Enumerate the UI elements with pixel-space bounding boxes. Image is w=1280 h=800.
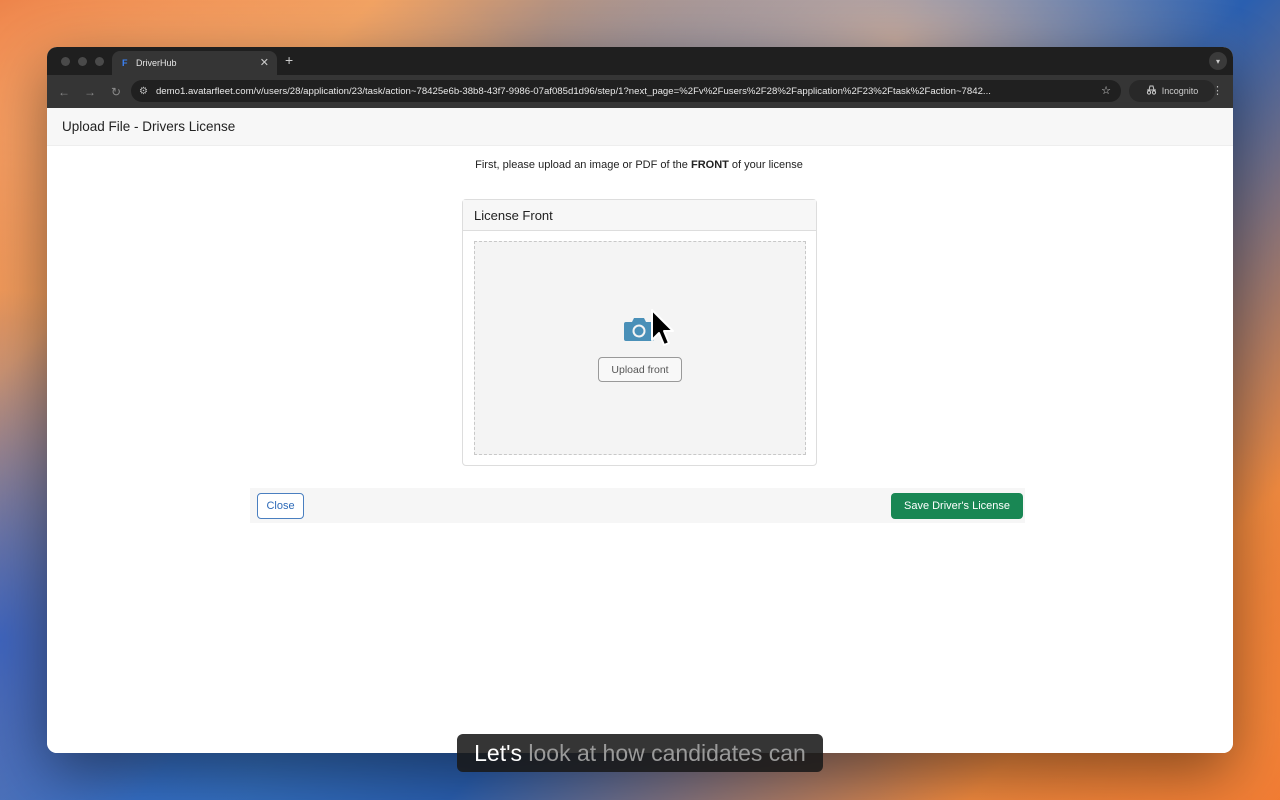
upload-dropzone[interactable]: Upload front (474, 241, 806, 455)
bookmark-star-icon[interactable]: ☆ (1101, 84, 1111, 97)
browser-window: F DriverHub ✕ + ▾ ← → ↻ ⚙ demo1.avatarfl… (47, 47, 1233, 753)
incognito-label: Incognito (1161, 86, 1199, 96)
save-drivers-license-button[interactable]: Save Driver's License (891, 493, 1023, 519)
address-bar[interactable]: ⚙ demo1.avatarfleet.com/v/users/28/appli… (131, 80, 1121, 102)
page-title: Upload File - Drivers License (47, 108, 1233, 146)
url-text: demo1.avatarfleet.com/v/users/28/applica… (155, 85, 991, 97)
new-tab-icon[interactable]: + (285, 52, 293, 68)
web-page: Upload File - Drivers License First, ple… (47, 108, 1233, 753)
window-controls (61, 57, 104, 66)
caption-rest: look at how candidates can (522, 739, 806, 766)
site-info-icon[interactable]: ⚙ (139, 86, 148, 97)
form-actions-bar: Close Save Driver's License (250, 488, 1025, 523)
tab-strip: F DriverHub ✕ + ▾ (47, 47, 1233, 75)
site-favicon-icon: F (122, 58, 128, 68)
tab-close-icon[interactable]: ✕ (260, 56, 269, 69)
incognito-indicator[interactable]: Incognito (1129, 80, 1215, 102)
upload-front-button[interactable]: Upload front (598, 357, 682, 382)
instruction-emphasis: FRONT (690, 159, 729, 171)
license-front-card: License Front Upload front (462, 199, 817, 466)
caption-highlight: Let's (474, 739, 522, 766)
card-title: License Front (463, 200, 816, 231)
minimize-window-button[interactable] (78, 57, 87, 66)
browser-menu-icon[interactable]: ⋮ (1212, 84, 1223, 97)
instruction-text-prefix: First, please upload an image or PDF of … (475, 159, 691, 171)
reload-icon[interactable]: ↻ (103, 85, 129, 99)
tab-search-icon[interactable]: ▾ (1209, 52, 1227, 70)
incognito-icon (1146, 85, 1157, 97)
mouse-cursor-icon (650, 308, 676, 355)
tab-title: DriverHub (136, 58, 177, 68)
browser-tab[interactable]: F DriverHub ✕ (112, 51, 277, 75)
video-caption: Let's look at how candidates can (457, 734, 823, 772)
forward-icon[interactable]: → (77, 85, 103, 99)
upload-instructions: First, please upload an image or PDF of … (474, 157, 804, 173)
zoom-window-button[interactable] (95, 57, 104, 66)
back-icon[interactable]: ← (51, 85, 77, 99)
close-button[interactable]: Close (257, 493, 304, 519)
close-window-button[interactable] (61, 57, 70, 66)
browser-toolbar: ← → ↻ ⚙ demo1.avatarfleet.com/v/users/28… (47, 75, 1233, 108)
instruction-text-suffix: of your license (728, 159, 803, 171)
